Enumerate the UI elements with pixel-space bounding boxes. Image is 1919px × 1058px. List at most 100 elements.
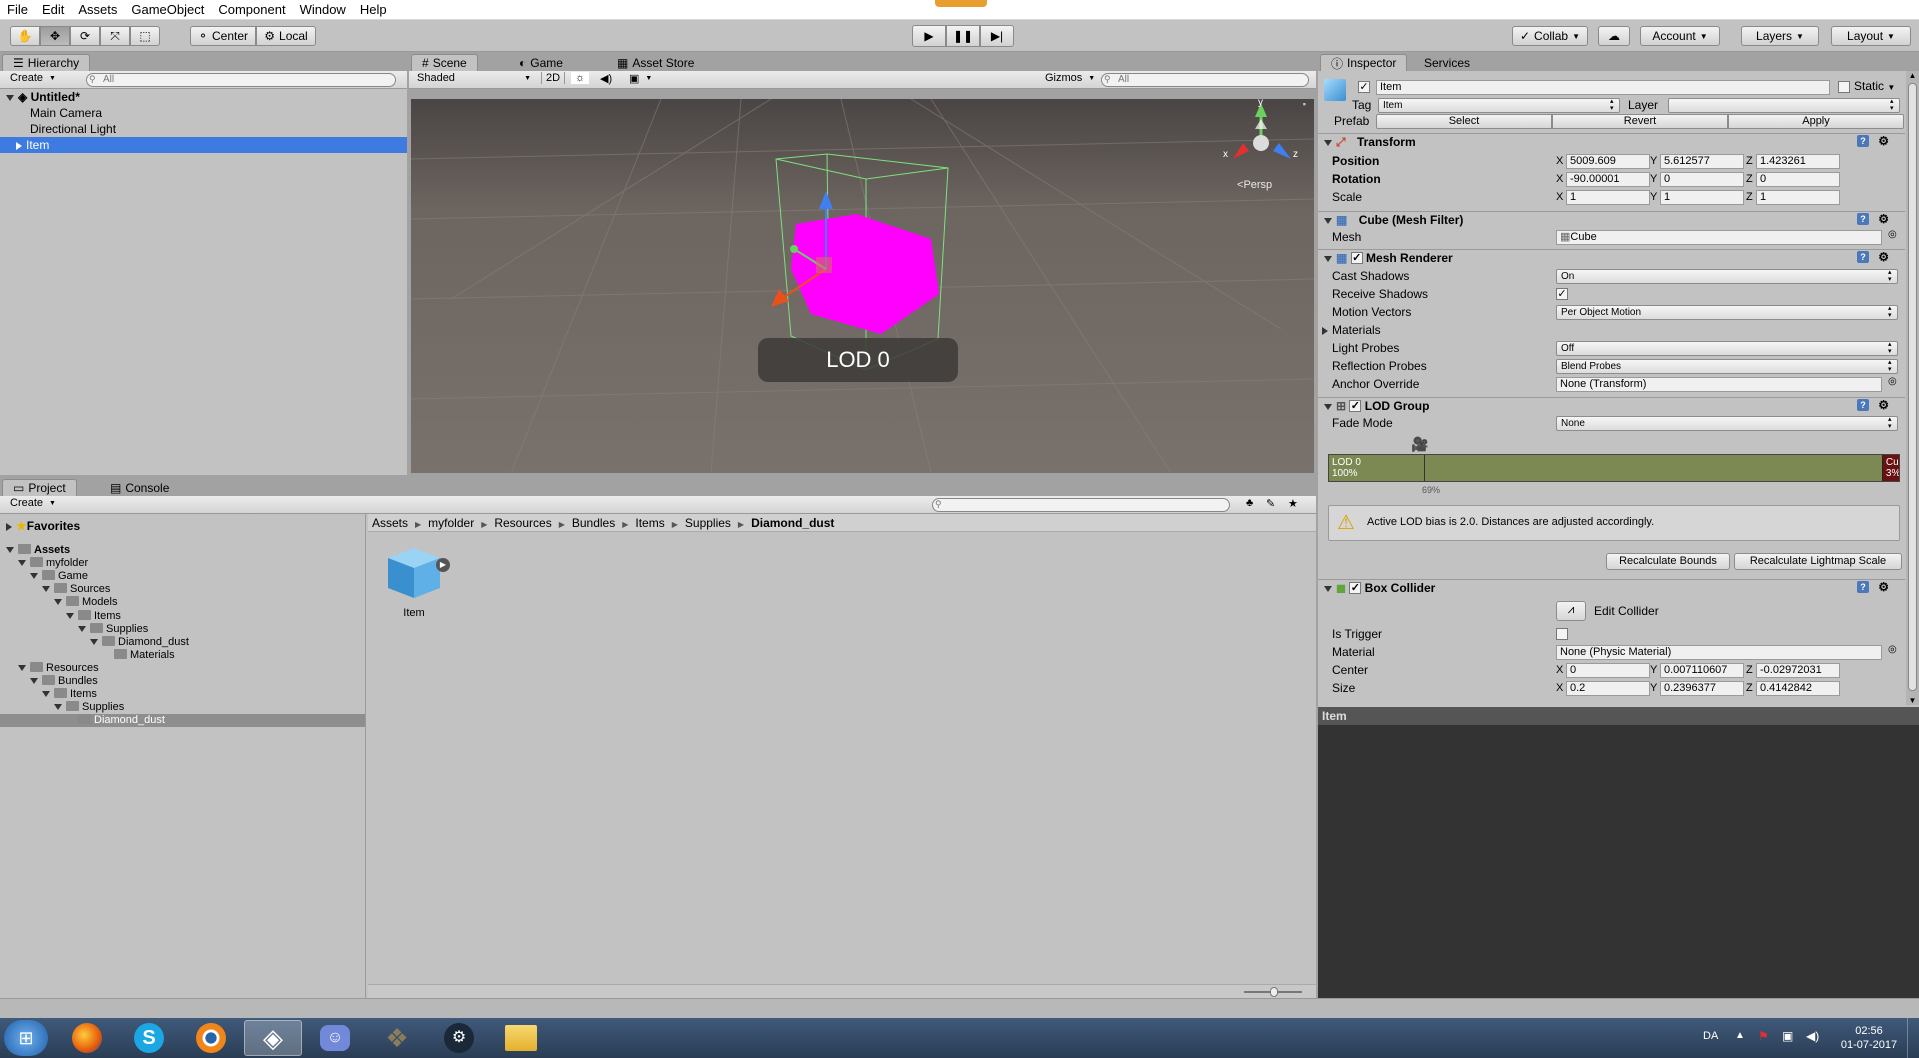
favorites-item[interactable]: ★Favorites	[0, 518, 365, 534]
account-dropdown[interactable]: Account ▼	[1640, 26, 1720, 46]
play-button[interactable]: ▶	[912, 25, 946, 47]
box-collider-enabled-checkbox[interactable]: ✓	[1349, 581, 1362, 594]
anchor-override-field[interactable]: None (Transform)	[1556, 377, 1882, 392]
lod-0-segment[interactable]: LOD 0 100%	[1329, 455, 1882, 481]
inspector-scrollbar[interactable]: ▲ ▼	[1906, 71, 1919, 705]
hierarchy-item-main-camera[interactable]: Main Camera	[0, 105, 407, 121]
asset-item[interactable]: ▶ Item	[384, 544, 450, 619]
expand-arrow-icon[interactable]	[54, 599, 62, 606]
tab-game[interactable]: ◐ Game	[509, 54, 573, 71]
scrollbar-up-arrow[interactable]: ▲	[1906, 71, 1919, 80]
object-picker-icon[interactable]: ◎	[1888, 376, 1897, 387]
expand-arrow-icon[interactable]	[90, 638, 98, 645]
tree-item[interactable]: Diamond_dust	[0, 636, 365, 649]
orientation-gizmo[interactable]	[1233, 103, 1291, 159]
effects-dropdown[interactable]: ▣ ▼	[625, 72, 656, 85]
persp-label[interactable]: <Persp	[1237, 179, 1272, 191]
lock-icon[interactable]: ▪	[1303, 99, 1306, 109]
tab-hierarchy[interactable]: ☰ Hierarchy	[2, 54, 91, 71]
help-icon[interactable]: ?	[1857, 581, 1869, 593]
expand-arrow-icon[interactable]	[6, 522, 12, 531]
scene-root-item[interactable]: ◈ Untitled*	[0, 89, 407, 105]
tree-item[interactable]: Supplies	[0, 701, 365, 714]
move-tool-button[interactable]: ✥	[40, 26, 70, 46]
menu-edit[interactable]: Edit	[35, 2, 71, 17]
lighting-toggle[interactable]: ☼	[571, 72, 590, 84]
scene-search-input[interactable]: ⚲ All	[1101, 73, 1309, 87]
collapse-arrow-icon[interactable]	[1324, 217, 1332, 224]
menu-gameobject[interactable]: GameObject	[124, 2, 211, 17]
hierarchy-create-dropdown[interactable]: Create ▼	[6, 72, 60, 84]
tag-dropdown[interactable]: Item	[1378, 98, 1620, 113]
reflection-probes-dropdown[interactable]: Blend Probes	[1556, 359, 1898, 374]
expand-arrow-icon[interactable]	[16, 141, 22, 150]
tree-item[interactable]: Resources	[0, 662, 365, 675]
pivot-local-button[interactable]: ⚙ Local	[256, 26, 316, 46]
expand-arrow-icon[interactable]	[42, 691, 50, 698]
center-x-field[interactable]: 0	[1566, 663, 1650, 678]
expand-arrow-icon[interactable]	[18, 560, 26, 567]
prefab-revert-button[interactable]: Revert	[1552, 114, 1728, 129]
object-picker-icon[interactable]: ◎	[1888, 229, 1897, 240]
tab-asset-store[interactable]: ▦ Asset Store	[607, 54, 704, 71]
help-icon[interactable]: ?	[1857, 213, 1869, 225]
taskbar-steam[interactable]: ⚙	[430, 1020, 488, 1056]
tab-services[interactable]: Services	[1414, 54, 1480, 71]
settings-gear-icon[interactable]: ⚙	[1878, 133, 1889, 149]
lod-group-enabled-checkbox[interactable]: ✓	[1349, 399, 1362, 412]
preview-area[interactable]	[1318, 725, 1919, 1018]
mesh-renderer-enabled-checkbox[interactable]: ✓	[1350, 251, 1363, 264]
scale-z-field[interactable]: 1	[1756, 190, 1840, 205]
scene-viewport[interactable]: y x z <Persp LOD 0 ▪	[411, 99, 1314, 473]
gizmos-dropdown[interactable]: Gizmos ▼	[1041, 72, 1099, 84]
menu-component[interactable]: Component	[211, 2, 292, 17]
rotate-tool-button[interactable]: ⟳	[70, 26, 100, 46]
static-checkbox[interactable]	[1838, 81, 1850, 93]
cloud-button[interactable]: ☁	[1598, 26, 1630, 46]
taskbar-gimp[interactable]: ❖	[368, 1020, 426, 1056]
breadcrumb-item[interactable]: Assets	[372, 516, 408, 530]
audio-toggle[interactable]: ◀)	[596, 72, 616, 85]
pause-button[interactable]: ❚❚	[946, 25, 980, 47]
project-search-input[interactable]: ⚲	[932, 498, 1230, 512]
breadcrumb-item[interactable]: Supplies	[685, 516, 731, 530]
filter-type-icon[interactable]: ♣	[1246, 497, 1253, 509]
prefab-apply-button[interactable]: Apply	[1728, 114, 1904, 129]
transform-header[interactable]: ⤢ Transform ? ⚙	[1318, 133, 1905, 151]
scale-y-field[interactable]: 1	[1660, 190, 1744, 205]
center-y-field[interactable]: 0.007110607	[1660, 663, 1744, 678]
hierarchy-item-directional-light[interactable]: Directional Light	[0, 121, 407, 137]
scale-x-field[interactable]: 1	[1566, 190, 1650, 205]
scale-tool-button[interactable]: ⤧	[100, 26, 130, 46]
tab-console[interactable]: ▤ Console	[100, 479, 179, 496]
size-y-field[interactable]: 0.2396377	[1660, 681, 1744, 696]
help-icon[interactable]: ?	[1857, 399, 1869, 411]
mesh-filter-header[interactable]: ▦ Cube (Mesh Filter) ? ⚙	[1318, 211, 1905, 229]
2d-toggle[interactable]: 2D	[541, 72, 566, 84]
settings-gear-icon[interactable]: ⚙	[1878, 397, 1889, 413]
tree-item[interactable]: Bundles	[0, 675, 365, 688]
menu-assets[interactable]: Assets	[71, 2, 124, 17]
collapse-arrow-icon[interactable]	[1324, 585, 1332, 592]
menu-file[interactable]: File	[0, 2, 35, 17]
magenta-object[interactable]	[791, 214, 939, 334]
active-checkbox[interactable]: ✓	[1358, 81, 1370, 93]
breadcrumb-item[interactable]: Diamond_dust	[751, 516, 834, 530]
rotation-y-field[interactable]: 0	[1660, 172, 1744, 187]
shading-dropdown[interactable]: Shaded ▼	[413, 72, 535, 84]
hierarchy-search-input[interactable]: ⚲ All	[86, 73, 396, 87]
preview-header[interactable]: Item	[1318, 707, 1919, 725]
tab-project[interactable]: ▭ Project	[2, 479, 77, 496]
expand-arrow-icon[interactable]	[54, 704, 62, 711]
step-button[interactable]: ▶|	[980, 25, 1014, 47]
taskbar-blender[interactable]	[182, 1020, 240, 1056]
taskbar-discord[interactable]: ☺	[306, 1020, 364, 1056]
prefab-select-button[interactable]: Select	[1376, 114, 1552, 129]
center-z-field[interactable]: -0.02972031	[1756, 663, 1840, 678]
breadcrumb-item[interactable]: Resources	[494, 516, 551, 530]
motion-vectors-dropdown[interactable]: Per Object Motion	[1556, 305, 1898, 320]
help-icon[interactable]: ?	[1857, 135, 1869, 147]
expand-arrow-icon[interactable]	[6, 94, 14, 101]
layout-dropdown[interactable]: Layout ▼	[1831, 26, 1911, 46]
expand-arrow-icon[interactable]	[30, 678, 38, 685]
